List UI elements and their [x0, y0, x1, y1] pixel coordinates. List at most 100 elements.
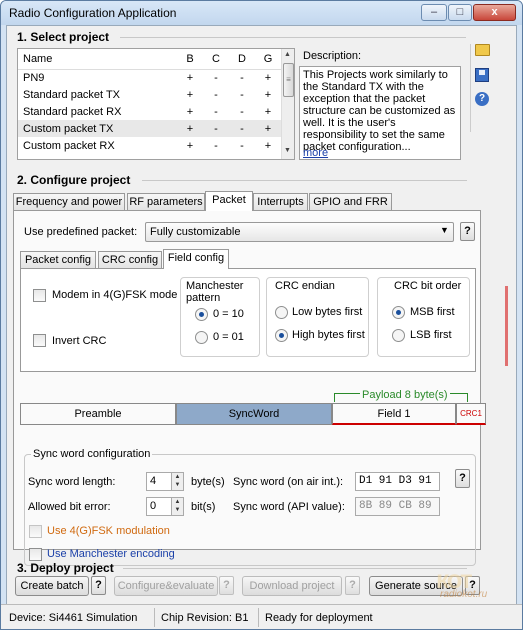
crc-endian-group: CRC endian Low bytes first High bytes fi…: [266, 277, 369, 357]
open-folder-icon[interactable]: [475, 44, 490, 56]
row-g: +: [264, 88, 272, 101]
description-text: This Projects work similarly to the Stan…: [303, 69, 456, 153]
manchester-01-radio[interactable]: [195, 331, 208, 344]
create-batch-help-button[interactable]: ?: [91, 576, 106, 595]
scroll-thumb[interactable]: ≡: [283, 63, 294, 97]
close-button[interactable]: x: [473, 4, 516, 21]
bit-error-stepper[interactable]: ▲ ▼: [171, 497, 184, 516]
row-b: +: [186, 105, 194, 118]
description-label: Description:: [303, 50, 362, 62]
row-d: -: [240, 88, 244, 101]
subtab-field-config[interactable]: Field config: [163, 249, 229, 269]
configure-help-button[interactable]: ?: [219, 576, 234, 595]
minimize-button[interactable]: –: [421, 4, 447, 21]
lsb-first-radio[interactable]: [392, 329, 405, 342]
invert-crc-checkbox[interactable]: [33, 334, 46, 347]
scroll-down-icon[interactable]: ▼: [284, 147, 291, 154]
high-bytes-first-radio[interactable]: [275, 329, 288, 342]
scroll-up-icon[interactable]: ▲: [284, 51, 291, 58]
download-project-button[interactable]: Download project: [242, 576, 342, 596]
side-toolbar: ?: [470, 44, 492, 132]
subtab-crc-config[interactable]: CRC config: [98, 251, 162, 269]
title-bar: Radio Configuration Application – □ x: [1, 1, 522, 25]
sync-length-input[interactable]: 4: [146, 472, 172, 491]
subtab-packet-config[interactable]: Packet config: [20, 251, 96, 269]
crc-bit-order-title: CRC bit order: [394, 280, 462, 292]
sync-word-config-group: Sync word configuration Sync word length…: [24, 448, 476, 566]
app-window: Radio Configuration Application – □ x 1.…: [0, 0, 523, 630]
high-bytes-first-label: High bytes first: [292, 329, 365, 341]
field1-segment[interactable]: Field 1: [332, 403, 456, 425]
table-row[interactable]: PN9 + - - +: [18, 69, 281, 86]
low-bytes-first-label: Low bytes first: [292, 306, 363, 318]
row-name: Custom packet TX: [23, 122, 114, 135]
bit-error-unit: bit(s): [191, 501, 216, 513]
bit-error-label: Allowed bit error:: [28, 501, 111, 513]
bit-error-input[interactable]: 0: [146, 497, 172, 516]
sync-api-label: Sync word (API value):: [233, 501, 345, 513]
manchester-10-label: 0 = 10: [213, 308, 244, 320]
tab-packet[interactable]: Packet: [205, 191, 253, 211]
tab-interrupts[interactable]: Interrupts: [253, 193, 308, 211]
syncword-field[interactable]: SyncWord: [176, 403, 332, 425]
watermark-text: radiokot.ru: [440, 589, 488, 600]
tab-frequency-power[interactable]: Frequency and power: [13, 193, 125, 211]
modem-4gfsk-checkbox[interactable]: [33, 289, 46, 302]
predefined-packet-label: Use predefined packet:: [24, 226, 138, 238]
project-list-scrollbar[interactable]: ▲ ≡ ▼: [281, 49, 294, 159]
create-batch-button[interactable]: Create batch: [15, 576, 89, 596]
more-link[interactable]: more: [303, 147, 328, 159]
low-bytes-first-radio[interactable]: [275, 306, 288, 319]
section-configure-project-title: 2. Configure project: [17, 173, 131, 187]
invert-crc-label: Invert CRC: [52, 335, 107, 347]
manchester-10-radio[interactable]: [195, 308, 208, 321]
maximize-button[interactable]: □: [448, 4, 472, 21]
use-manchester-checkbox[interactable]: [29, 548, 42, 561]
main-panel: 1. Select project Name B C D G PN9 + - - + S…: [6, 25, 517, 625]
watermark-logo: кот radiokot.ru: [436, 564, 488, 600]
configure-evaluate-button[interactable]: Configure&evaluate: [114, 576, 218, 596]
project-list[interactable]: Name B C D G PN9 + - - + Standard packet TX +…: [17, 48, 295, 160]
lsb-first-label: LSB first: [410, 329, 452, 341]
use-manchester-label: Use Manchester encoding: [47, 548, 175, 560]
column-header-b: B: [186, 52, 194, 65]
sync-word-config-title: Sync word configuration: [31, 448, 153, 460]
row-name: Standard packet TX: [23, 88, 121, 101]
sync-length-stepper[interactable]: ▲ ▼: [171, 472, 184, 491]
msb-first-radio[interactable]: [392, 306, 405, 319]
description-box: This Projects work similarly to the Stan…: [299, 66, 461, 160]
row-c: -: [214, 88, 218, 101]
modem-4gfsk-label: Modem in 4(G)FSK mode: [52, 289, 178, 301]
tab-rf-parameters[interactable]: RF parameters: [127, 193, 205, 211]
row-b: +: [186, 71, 194, 84]
download-help-button[interactable]: ?: [345, 576, 360, 595]
row-d: -: [240, 139, 244, 152]
predefined-packet-select[interactable]: Fully customizable ▼: [145, 222, 454, 242]
sync-help-button[interactable]: ?: [455, 469, 470, 488]
row-name: Custom packet RX: [23, 139, 115, 152]
predefined-packet-value: Fully customizable: [150, 226, 241, 238]
table-row[interactable]: Custom packet RX + - - +: [18, 137, 281, 154]
table-row[interactable]: Standard packet TX + - - +: [18, 86, 281, 103]
save-icon[interactable]: [475, 68, 489, 82]
splitter-handle[interactable]: [503, 286, 511, 366]
row-d: -: [240, 122, 244, 135]
use-4gfsk-checkbox[interactable]: [29, 525, 42, 538]
table-row-selected[interactable]: Custom packet TX + - - +: [18, 120, 281, 137]
row-c: -: [214, 71, 218, 84]
table-row[interactable]: Standard packet RX + - - +: [18, 103, 281, 120]
crc1-segment[interactable]: CRC1: [456, 403, 486, 425]
row-c: -: [214, 105, 218, 118]
row-b: +: [186, 139, 194, 152]
section-select-project-title: 1. Select project: [17, 30, 110, 44]
project-list-header: Name B C D G: [18, 49, 281, 69]
tab-gpio-frr[interactable]: GPIO and FRR: [309, 193, 392, 211]
sync-onair-input[interactable]: D1 91 D3 91: [355, 472, 440, 491]
manchester-group: Manchester pattern 0 = 10 0 = 01: [180, 277, 260, 357]
sync-onair-label: Sync word (on air int.):: [233, 476, 344, 488]
preamble-field[interactable]: Preamble: [20, 403, 176, 425]
predefined-help-button[interactable]: ?: [460, 222, 475, 241]
help-icon[interactable]: ?: [475, 92, 489, 106]
crc-endian-title: CRC endian: [275, 280, 335, 292]
row-c: -: [214, 122, 218, 135]
